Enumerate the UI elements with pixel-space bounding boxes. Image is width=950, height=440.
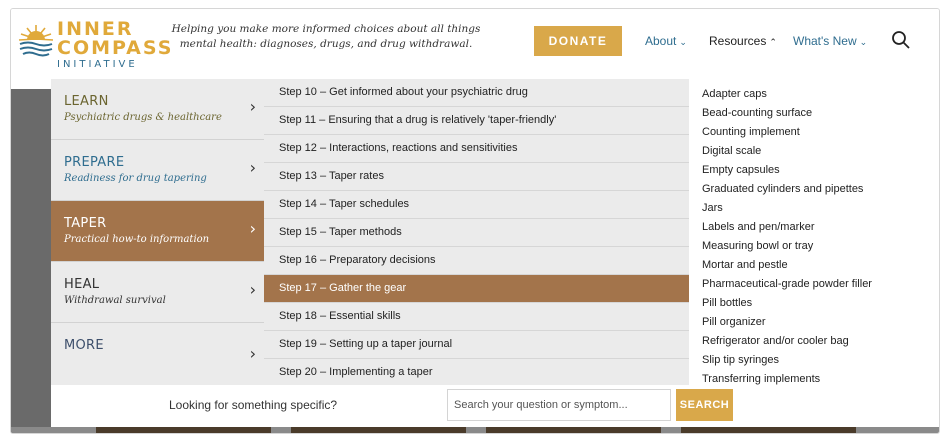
nav-about[interactable]: About ⌄	[645, 34, 687, 48]
step-link[interactable]: Step 16 – Preparatory decisions	[264, 247, 689, 275]
search-button[interactable]: SEARCH	[676, 389, 733, 421]
chevron-right-icon: ›	[249, 219, 256, 238]
chevron-right-icon: ›	[249, 280, 256, 299]
step-link[interactable]: Step 14 – Taper schedules	[264, 191, 689, 219]
gear-item-link[interactable]: Pill bottles	[702, 297, 752, 309]
chevron-down-icon: ⌄	[859, 37, 868, 47]
site-tagline: Helping you make more informed choices a…	[171, 23, 481, 50]
section-title: PREPARE	[64, 155, 125, 170]
search-label: Looking for something specific?	[169, 398, 338, 412]
section-subtitle: Practical how-to information	[64, 234, 210, 245]
section-subtitle: Readiness for drug tapering	[64, 173, 207, 184]
gear-list: Adapter caps Bead-counting surface Count…	[689, 79, 939, 385]
step-link[interactable]: Step 20 – Implementing a taper	[264, 359, 689, 387]
compass-logo-icon[interactable]	[17, 21, 55, 59]
gear-item-link[interactable]: Jars	[702, 202, 723, 214]
site-header: INNER COMPASS INITIATIVE Helping you mak…	[11, 9, 939, 79]
step-link-active[interactable]: Step 17 – Gather the gear	[264, 275, 689, 303]
taper-steps-list: Step 10 – Get informed about your psychi…	[264, 79, 689, 385]
step-link[interactable]: Step 19 – Setting up a taper journal	[264, 331, 689, 359]
step-link[interactable]: Step 18 – Essential skills	[264, 303, 689, 331]
step-link[interactable]: Step 13 – Taper rates	[264, 163, 689, 191]
gear-item-link[interactable]: Counting implement	[702, 126, 800, 138]
nav-about-label: About	[645, 34, 677, 48]
nav-resources[interactable]: Resources ⌃	[709, 34, 777, 48]
section-title: MORE	[64, 338, 104, 353]
brand-line-3: INITIATIVE	[57, 59, 138, 70]
step-link[interactable]: Step 10 – Get informed about your psychi…	[264, 79, 689, 107]
donate-button[interactable]: DONATE	[534, 26, 622, 56]
gear-item-link[interactable]: Adapter caps	[702, 88, 767, 100]
nav-whats-new-label: What's New	[793, 34, 857, 48]
gear-item-link[interactable]: Refrigerator and/or cooler bag	[702, 335, 849, 347]
content-tile	[291, 427, 466, 433]
menu-section-prepare[interactable]: PREPARE Readiness for drug tapering ›	[51, 140, 264, 201]
step-link[interactable]: Step 15 – Taper methods	[264, 219, 689, 247]
gear-item-link[interactable]: Measuring bowl or tray	[702, 240, 813, 252]
step-link[interactable]: Step 12 – Interactions, reactions and se…	[264, 135, 689, 163]
menu-section-learn[interactable]: LEARN Psychiatric drugs & healthcare ›	[51, 79, 264, 140]
gear-item-link[interactable]: Transferring implements	[702, 373, 820, 385]
gear-item-link[interactable]: Empty capsules	[702, 164, 780, 176]
menu-search-bar: Looking for something specific? SEARCH	[51, 385, 939, 427]
brand-wordmark[interactable]: INNER COMPASS INITIATIVE	[57, 20, 173, 71]
menu-section-taper[interactable]: TAPER Practical how-to information ›	[51, 201, 264, 262]
gear-item-link[interactable]: Pharmaceutical-grade powder filler	[702, 278, 872, 290]
chevron-right-icon: ›	[249, 344, 256, 363]
browser-viewport: INNER COMPASS INITIATIVE Helping you mak…	[10, 8, 940, 434]
section-title: TAPER	[64, 216, 107, 231]
brand-line-2: COMPASS	[57, 37, 174, 59]
menu-sections: LEARN Psychiatric drugs & healthcare › P…	[51, 79, 264, 385]
chevron-up-icon: ⌃	[769, 37, 777, 47]
chevron-right-icon: ›	[249, 97, 256, 116]
gear-item-link[interactable]: Bead-counting surface	[702, 107, 812, 119]
gear-item-link[interactable]: Pill organizer	[702, 316, 766, 328]
chevron-down-icon: ⌄	[679, 37, 687, 47]
search-input[interactable]	[447, 389, 671, 421]
menu-section-heal[interactable]: HEAL Withdrawal survival ›	[51, 262, 264, 323]
section-subtitle: Withdrawal survival	[64, 295, 166, 306]
section-title: LEARN	[64, 94, 109, 109]
content-tile	[96, 427, 271, 433]
content-tile	[681, 427, 856, 433]
nav-resources-label: Resources	[709, 34, 767, 48]
content-tile	[486, 427, 661, 433]
search-icon[interactable]	[891, 30, 911, 50]
nav-whats-new[interactable]: What's New ⌄	[793, 34, 867, 48]
gear-item-link[interactable]: Labels and pen/marker	[702, 221, 815, 233]
gear-item-link[interactable]: Graduated cylinders and pipettes	[702, 183, 863, 195]
menu-section-more[interactable]: MORE ›	[51, 323, 264, 384]
gear-item-link[interactable]: Slip tip syringes	[702, 354, 779, 366]
gear-item-link[interactable]: Mortar and pestle	[702, 259, 788, 271]
section-subtitle: Psychiatric drugs & healthcare	[64, 112, 222, 123]
gear-item-link[interactable]: Digital scale	[702, 145, 761, 157]
step-link[interactable]: Step 11 – Ensuring that a drug is relati…	[264, 107, 689, 135]
section-title: HEAL	[64, 277, 100, 292]
page-backdrop	[11, 89, 51, 433]
chevron-right-icon: ›	[249, 158, 256, 177]
